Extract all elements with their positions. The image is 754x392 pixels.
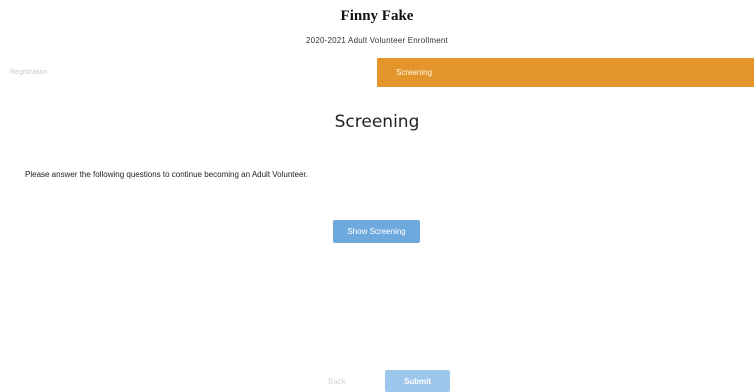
submit-button[interactable]: Submit bbox=[385, 370, 450, 392]
step-registration[interactable]: Registration bbox=[0, 58, 377, 87]
page-title: Finny Fake bbox=[340, 8, 414, 24]
step-screening: Screening bbox=[377, 58, 754, 87]
section-heading: Screening bbox=[334, 112, 420, 132]
back-button[interactable]: Back bbox=[328, 377, 346, 386]
instructions-text: Please answer the following questions to… bbox=[25, 170, 308, 179]
page-subtitle: 2020-2021 Adult Volunteer Enrollment bbox=[306, 36, 448, 45]
show-screening-button[interactable]: Show Screening bbox=[333, 220, 420, 243]
progress-steps: Registration Screening bbox=[0, 58, 754, 87]
